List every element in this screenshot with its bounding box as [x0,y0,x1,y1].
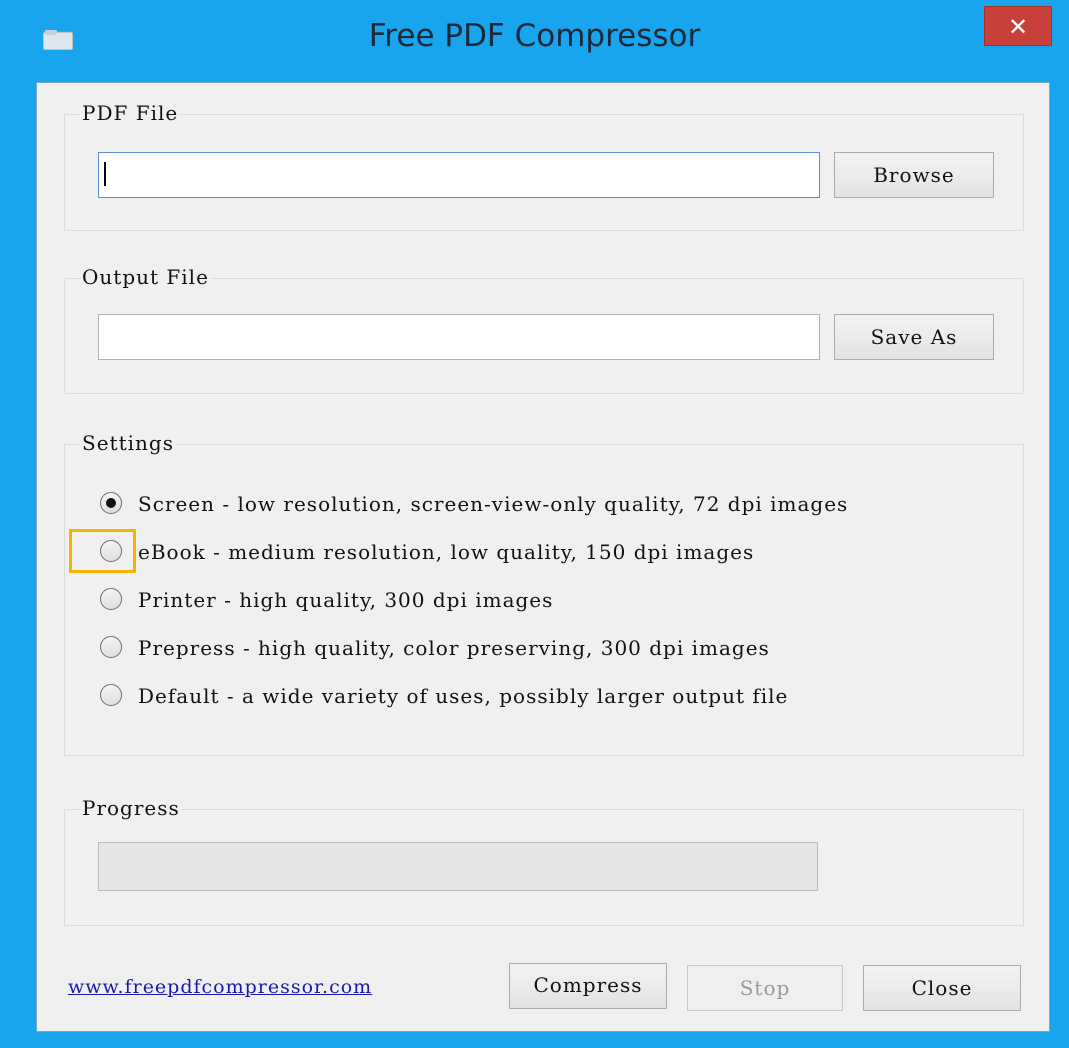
website-link[interactable]: www.freepdfcompressor.com [68,976,372,998]
output-file-input[interactable] [98,314,820,360]
pdf-file-legend: PDF File [80,101,181,125]
radio-label-printer: Printer - high quality, 300 dpi images [138,588,554,612]
title-bar[interactable]: Free PDF Compressor ✕ [0,0,1069,82]
stop-button[interactable]: Stop [687,965,843,1011]
window-title: Free PDF Compressor [368,18,701,54]
pdf-file-input[interactable] [98,152,820,198]
radio-printer[interactable]: Printer - high quality, 300 dpi images [100,585,1000,615]
radio-circle[interactable] [100,492,122,514]
radio-label-prepress: Prepress - high quality, color preservin… [138,636,770,660]
radio-ebook[interactable]: eBook - medium resolution, low quality, … [100,537,1000,567]
text-caret [104,162,106,186]
settings-group: Settings Screen - low resolution, screen… [64,431,1024,756]
settings-legend: Settings [80,431,176,455]
radio-selected-dot [106,498,116,508]
radio-screen[interactable]: Screen - low resolution, screen-view-onl… [100,489,1000,519]
radio-label-ebook: eBook - medium resolution, low quality, … [138,540,755,564]
output-file-legend: Output File [80,265,211,289]
app-window: Free PDF Compressor ✕ PDF File Browse Ou… [0,0,1069,1048]
compress-button[interactable]: Compress [509,963,667,1009]
focus-highlight-box [69,529,136,573]
client-area: PDF File Browse Output File Save As Sett… [36,82,1050,1032]
radio-circle[interactable] [100,588,122,610]
save-as-button[interactable]: Save As [834,314,994,360]
radio-default[interactable]: Default - a wide variety of uses, possib… [100,681,1000,711]
radio-prepress[interactable]: Prepress - high quality, color preservin… [100,633,1000,663]
radio-label-default: Default - a wide variety of uses, possib… [138,684,789,708]
window-close-button[interactable]: ✕ [984,6,1052,46]
radio-label-screen: Screen - low resolution, screen-view-onl… [138,492,849,516]
radio-circle[interactable] [100,636,122,658]
close-button[interactable]: Close [863,965,1021,1011]
progress-legend: Progress [80,796,182,820]
radio-circle[interactable] [100,684,122,706]
progress-bar [98,842,818,891]
browse-button[interactable]: Browse [834,152,994,198]
